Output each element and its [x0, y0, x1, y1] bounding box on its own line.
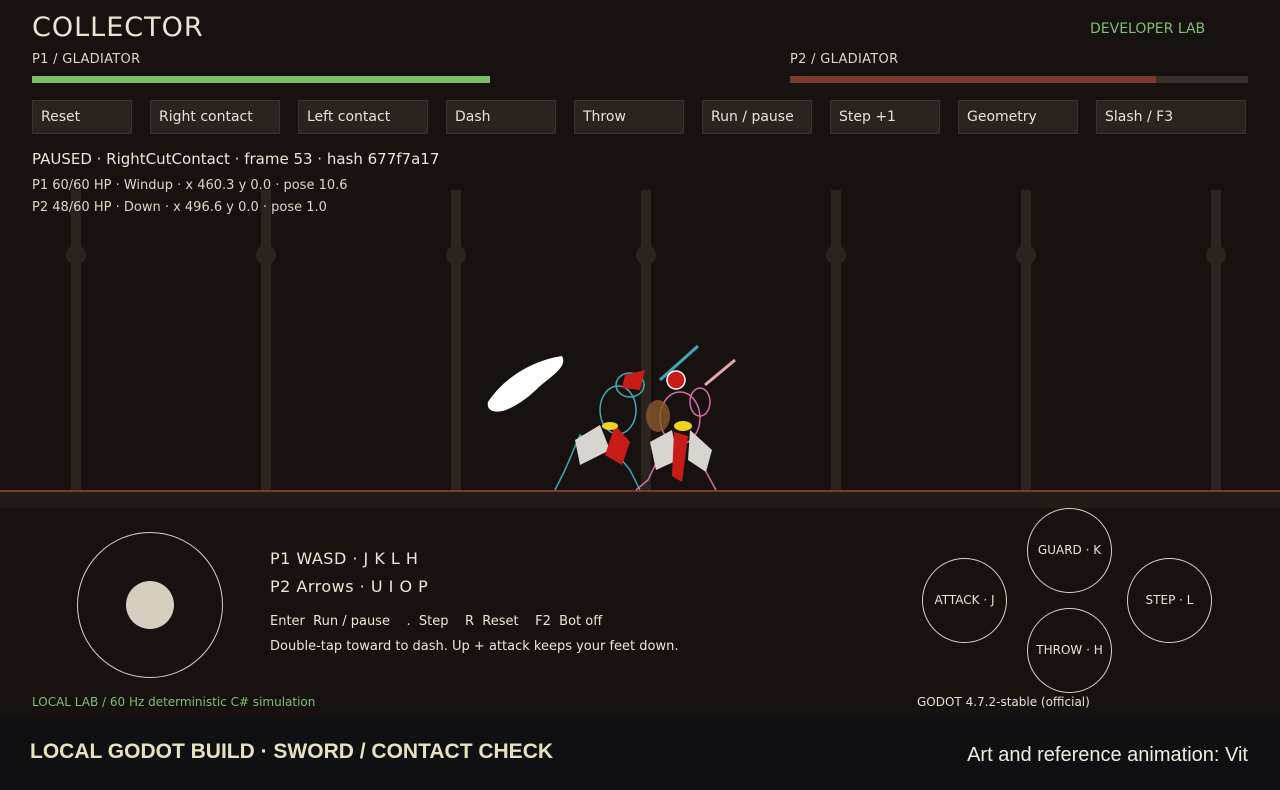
status-line: PAUSED · RightCutContact · frame 53 · ha… — [32, 150, 440, 168]
arena-pillars — [66, 190, 1226, 490]
geometry-button[interactable]: Geometry — [958, 100, 1078, 134]
right-contact-button[interactable]: Right contact — [150, 100, 280, 134]
joystick-knob[interactable] — [126, 581, 174, 629]
p2-label: P2 / GLADIATOR — [790, 52, 899, 67]
engine-version: GODOT 4.7.2-stable (official) — [917, 695, 1090, 709]
footer-right-text: Art and reference animation: Vit — [967, 744, 1248, 766]
throw-button[interactable]: Throw — [574, 100, 684, 134]
slash-effect — [487, 356, 564, 412]
p1-info: P1 60/60 HP · Windup · x 460.3 y 0.0 · p… — [32, 178, 348, 193]
developer-lab-label: DEVELOPER LAB — [1090, 21, 1206, 37]
left-contact-button[interactable]: Left contact — [298, 100, 428, 134]
footer: LOCAL GODOT BUILD · SWORD / CONTACT CHEC… — [0, 718, 1280, 790]
run-pause-button[interactable]: Run / pause — [702, 100, 812, 134]
key-hints: Enter Run / pause . Step R Reset F2 Bot … — [270, 614, 603, 629]
virtual-joystick[interactable] — [77, 532, 223, 678]
dash-hint: Double-tap toward to dash. Up + attack k… — [270, 639, 679, 654]
arena-scene — [0, 190, 1280, 508]
p1-controls: P1 WASD · J K L H — [270, 549, 419, 568]
footer-left-text: LOCAL GODOT BUILD · SWORD / CONTACT CHEC… — [30, 740, 554, 763]
attack-button[interactable]: ATTACK · J — [922, 558, 1007, 643]
p2-health-fill — [790, 76, 1157, 83]
p2-health-bar — [790, 76, 1248, 83]
p2-controls: P2 Arrows · U I O P — [270, 577, 429, 596]
p1-health-fill — [32, 76, 490, 83]
slash-f3-button[interactable]: Slash / F3 — [1096, 100, 1246, 134]
reset-button[interactable]: Reset — [32, 100, 132, 134]
dash-button[interactable]: Dash — [446, 100, 556, 134]
p1-health-bar — [32, 76, 490, 83]
guard-button[interactable]: GUARD · K — [1027, 508, 1112, 593]
local-lab-label: LOCAL LAB / 60 Hz deterministic C# simul… — [32, 695, 316, 709]
p1-label: P1 / GLADIATOR — [32, 52, 141, 67]
throw-action-button[interactable]: THROW · H — [1027, 608, 1112, 693]
page-title: COLLECTOR — [32, 12, 204, 43]
step-action-button[interactable]: STEP · L — [1127, 558, 1212, 643]
arena-floor — [0, 490, 1280, 508]
step-button[interactable]: Step +1 — [830, 100, 940, 134]
p2-info: P2 48/60 HP · Down · x 496.6 y 0.0 · pos… — [32, 200, 327, 215]
